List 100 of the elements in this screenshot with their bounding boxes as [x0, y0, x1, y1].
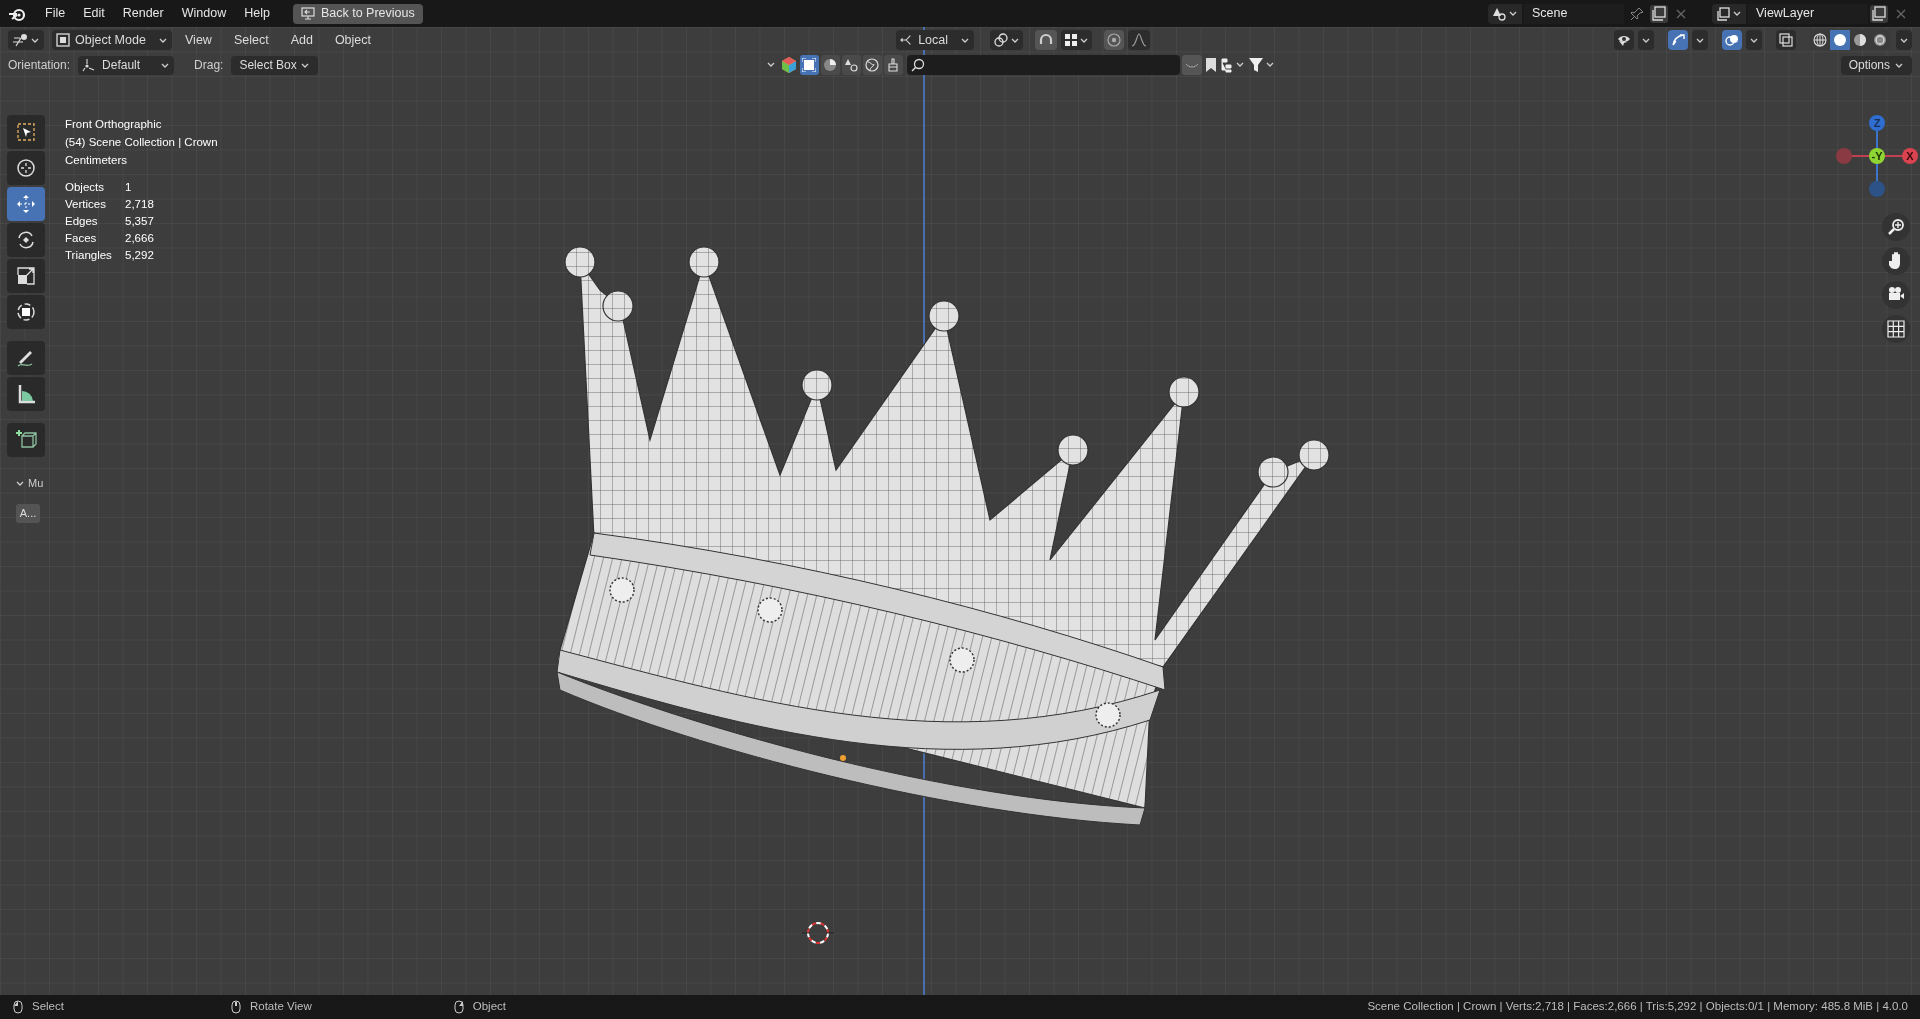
- stacked-squares-icon: [1779, 33, 1793, 47]
- panel-title[interactable]: Mu: [28, 475, 44, 492]
- menu-item[interactable]: Help: [237, 2, 277, 25]
- filter-toggle[interactable]: [820, 55, 840, 75]
- menu-item[interactable]: Object: [325, 30, 380, 50]
- dropdown-button[interactable]: [1896, 30, 1912, 50]
- tool-button[interactable]: [7, 423, 45, 457]
- tool-button[interactable]: [7, 151, 45, 185]
- scene-type-button[interactable]: [1488, 3, 1522, 24]
- scene-field[interactable]: Scene: [1524, 3, 1624, 24]
- menu-item[interactable]: Edit: [76, 2, 112, 25]
- xray-toggle[interactable]: [1776, 30, 1796, 50]
- filter-icon[interactable]: [1247, 56, 1276, 74]
- view-layer-field[interactable]: ViewLayer: [1748, 3, 1868, 24]
- axis-handle[interactable]: [1869, 181, 1885, 197]
- back-to-previous-button[interactable]: Back to Previous: [292, 3, 423, 24]
- stat-label: Vertices: [65, 197, 107, 212]
- duplicate-icon[interactable]: [1650, 4, 1668, 23]
- globe-icon: [865, 58, 880, 72]
- options-dropdown[interactable]: Options: [1840, 55, 1912, 75]
- select-frame-icon: [802, 58, 817, 72]
- stat-value: 5,292: [125, 248, 155, 263]
- shapes-icon: [844, 58, 859, 72]
- dropdown-button[interactable]: [1746, 30, 1762, 50]
- camera-button[interactable]: [1882, 281, 1910, 309]
- stat-value: 2,666: [125, 231, 155, 246]
- search-field[interactable]: [906, 55, 1180, 75]
- brush-icon: [886, 58, 901, 72]
- grid-icon: [1885, 318, 1907, 340]
- target-icon: [1107, 33, 1121, 47]
- y-axis-handle[interactable]: -Y: [1869, 148, 1885, 164]
- chevron-icon: [1508, 9, 1518, 18]
- tool-button[interactable]: [7, 259, 45, 293]
- filter-toggle[interactable]: [799, 55, 819, 75]
- menu-item[interactable]: Window: [174, 2, 234, 25]
- hexagon-icon: [779, 56, 798, 74]
- proportional-edit-toggle[interactable]: [1104, 30, 1124, 50]
- x-axis-handle[interactable]: X: [1902, 148, 1918, 164]
- editor-type-button[interactable]: [8, 30, 44, 50]
- wireframe-shading-button[interactable]: [1810, 30, 1830, 50]
- overlay-toggle[interactable]: [1722, 30, 1742, 50]
- layers-icon: [1716, 6, 1730, 21]
- chevron-icon: [1732, 9, 1742, 18]
- transform-icon: [14, 300, 38, 324]
- grid-button[interactable]: [1882, 315, 1910, 343]
- axis-handle[interactable]: [1836, 148, 1852, 164]
- visibility-toggle[interactable]: [1614, 30, 1634, 50]
- dropdown-button[interactable]: [1638, 30, 1654, 50]
- filter-toggle[interactable]: [883, 55, 903, 75]
- bookmark-icon[interactable]: [1203, 56, 1218, 74]
- grid-dots-icon: [1064, 33, 1078, 47]
- drag-dropdown[interactable]: Select Box: [231, 55, 318, 75]
- solid-shading-button[interactable]: [1830, 30, 1850, 50]
- menu-item[interactable]: View: [176, 30, 221, 50]
- filter-toggle[interactable]: [841, 55, 861, 75]
- globe-icon: [1813, 33, 1827, 47]
- cursor-icon: [14, 156, 38, 180]
- stat-label: Faces: [65, 231, 98, 246]
- menu-item[interactable]: File: [38, 2, 73, 25]
- snap-target-button[interactable]: [1061, 30, 1092, 50]
- filter-toggle[interactable]: [862, 55, 882, 75]
- stat-label: Edges: [65, 214, 99, 229]
- collection-name: (54) Scene Collection | Crown: [65, 135, 218, 150]
- tool-button[interactable]: [7, 295, 45, 329]
- mouse-icon: [452, 1000, 465, 1014]
- monitor-icon: [300, 7, 315, 20]
- hierarchy-icon[interactable]: [1219, 56, 1246, 74]
- tool-button[interactable]: [7, 341, 45, 375]
- mode-dropdown[interactable]: Object Mode: [52, 30, 172, 50]
- transform-orientation-dropdown[interactable]: Local: [896, 30, 974, 50]
- snap-toggle[interactable]: [1035, 30, 1057, 50]
- square-icon: [56, 33, 70, 47]
- menu-item[interactable]: Select: [224, 30, 278, 50]
- pin-icon[interactable]: [1630, 6, 1644, 21]
- zoom-button[interactable]: [1882, 213, 1910, 241]
- curve-icon: [1131, 33, 1147, 47]
- gizmo-toggle[interactable]: [1668, 30, 1688, 50]
- origin-dot: [840, 755, 846, 761]
- stat-value: 2,718: [125, 197, 155, 212]
- tool-button[interactable]: [7, 223, 45, 257]
- duplicate-icon[interactable]: [1870, 4, 1888, 23]
- status-info: Scene Collection | Crown | Verts:2,718 | Faces:2,666 | Tris:5,292 | Objects:0/1 | Memory: 485.8 MiB | 4.0.0: [1367, 999, 1908, 1015]
- hand-button[interactable]: [1882, 247, 1910, 275]
- menu-item[interactable]: Render: [115, 2, 171, 25]
- menu-item[interactable]: Add: [281, 30, 322, 50]
- orientation-dropdown[interactable]: Default: [78, 55, 175, 75]
- panel-button[interactable]: A...: [16, 503, 40, 523]
- link-icon: [993, 33, 1009, 47]
- half-circle-icon: [823, 58, 838, 72]
- layers-type-button[interactable]: [1712, 3, 1746, 24]
- view-name: Front Orthographic: [65, 117, 163, 132]
- pivot-button[interactable]: [990, 30, 1023, 50]
- falloff-button[interactable]: [1128, 30, 1150, 50]
- hand-icon: [1889, 252, 1903, 270]
- tool-button[interactable]: [7, 377, 45, 411]
- orientation-icon: [900, 33, 913, 47]
- overlap-circles-icon: [1725, 33, 1739, 47]
- select-box-icon: [14, 120, 38, 144]
- dropdown-button[interactable]: [1692, 30, 1708, 50]
- search-icon: [910, 58, 925, 72]
